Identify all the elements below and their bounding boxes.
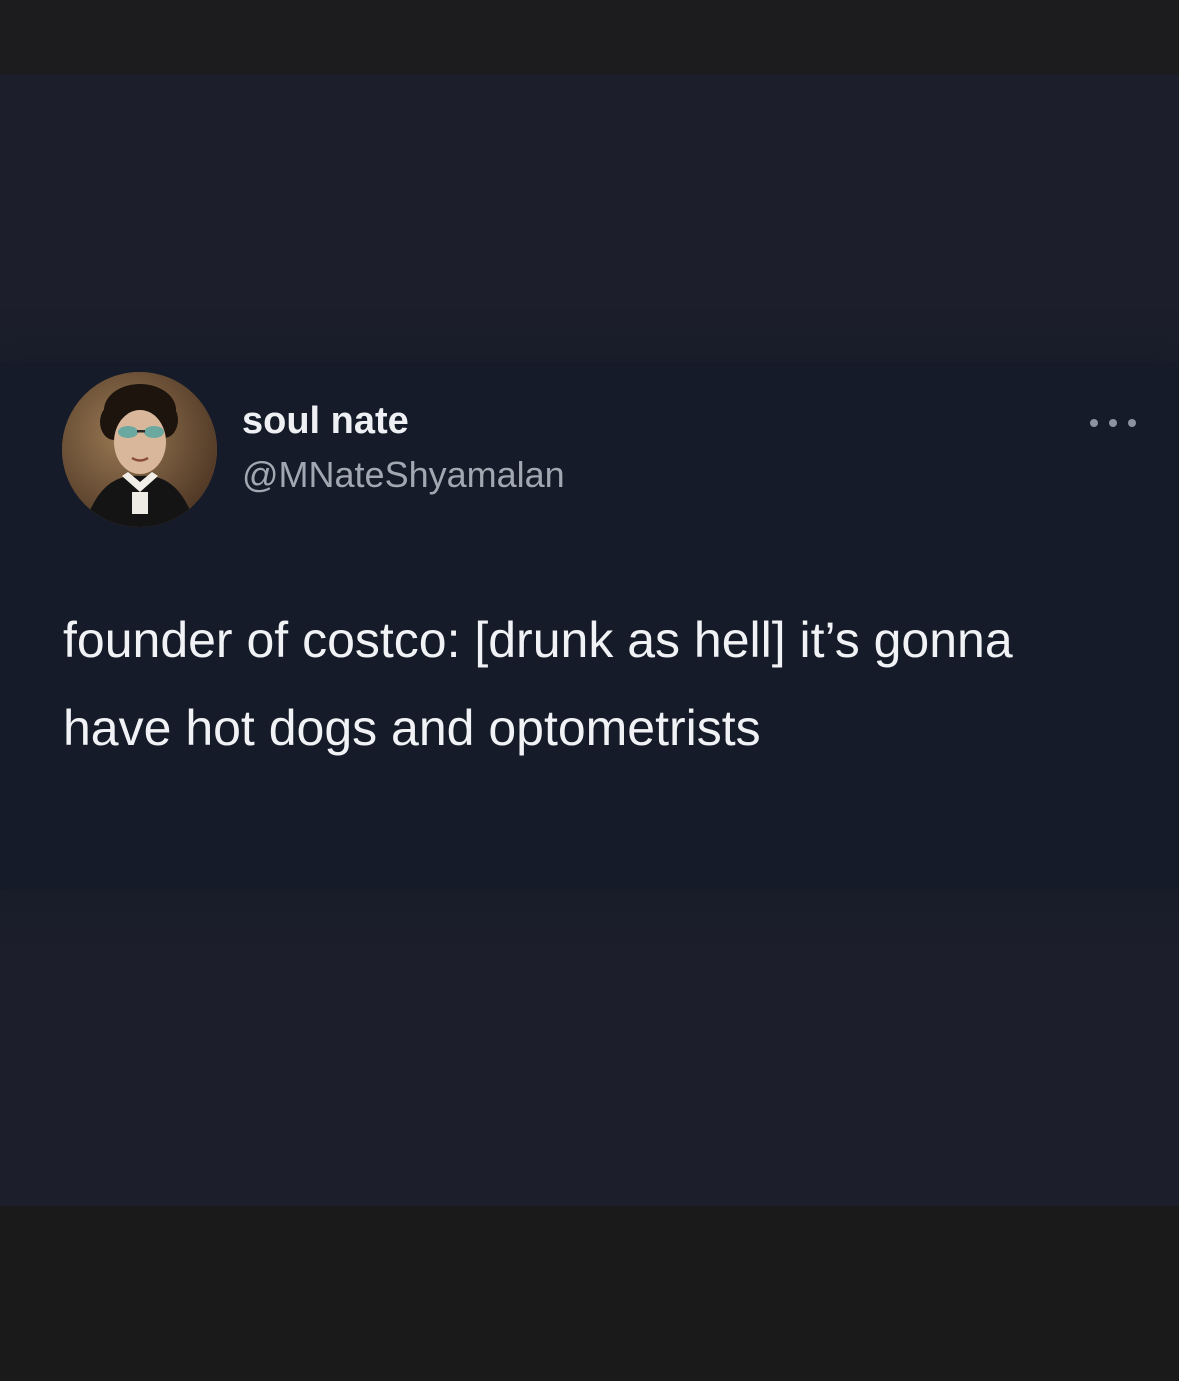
screenshot-frame: soul nate @MNateShyamalan founder of cos… <box>0 0 1179 1381</box>
portrait-avatar-icon <box>62 372 217 527</box>
more-options-icon-dot <box>1109 419 1117 427</box>
tweet-text: founder of costco: [drunk as hell] it’s … <box>63 612 1013 756</box>
user-handle[interactable]: @MNateShyamalan <box>242 454 565 496</box>
top-bar <box>0 0 1179 74</box>
more-options-icon <box>1090 419 1098 427</box>
bottom-bar <box>0 1206 1179 1381</box>
display-name[interactable]: soul nate <box>242 400 409 443</box>
profile-avatar[interactable] <box>62 372 217 527</box>
more-options-button[interactable] <box>1088 410 1138 436</box>
more-options-icon-dot <box>1128 419 1136 427</box>
